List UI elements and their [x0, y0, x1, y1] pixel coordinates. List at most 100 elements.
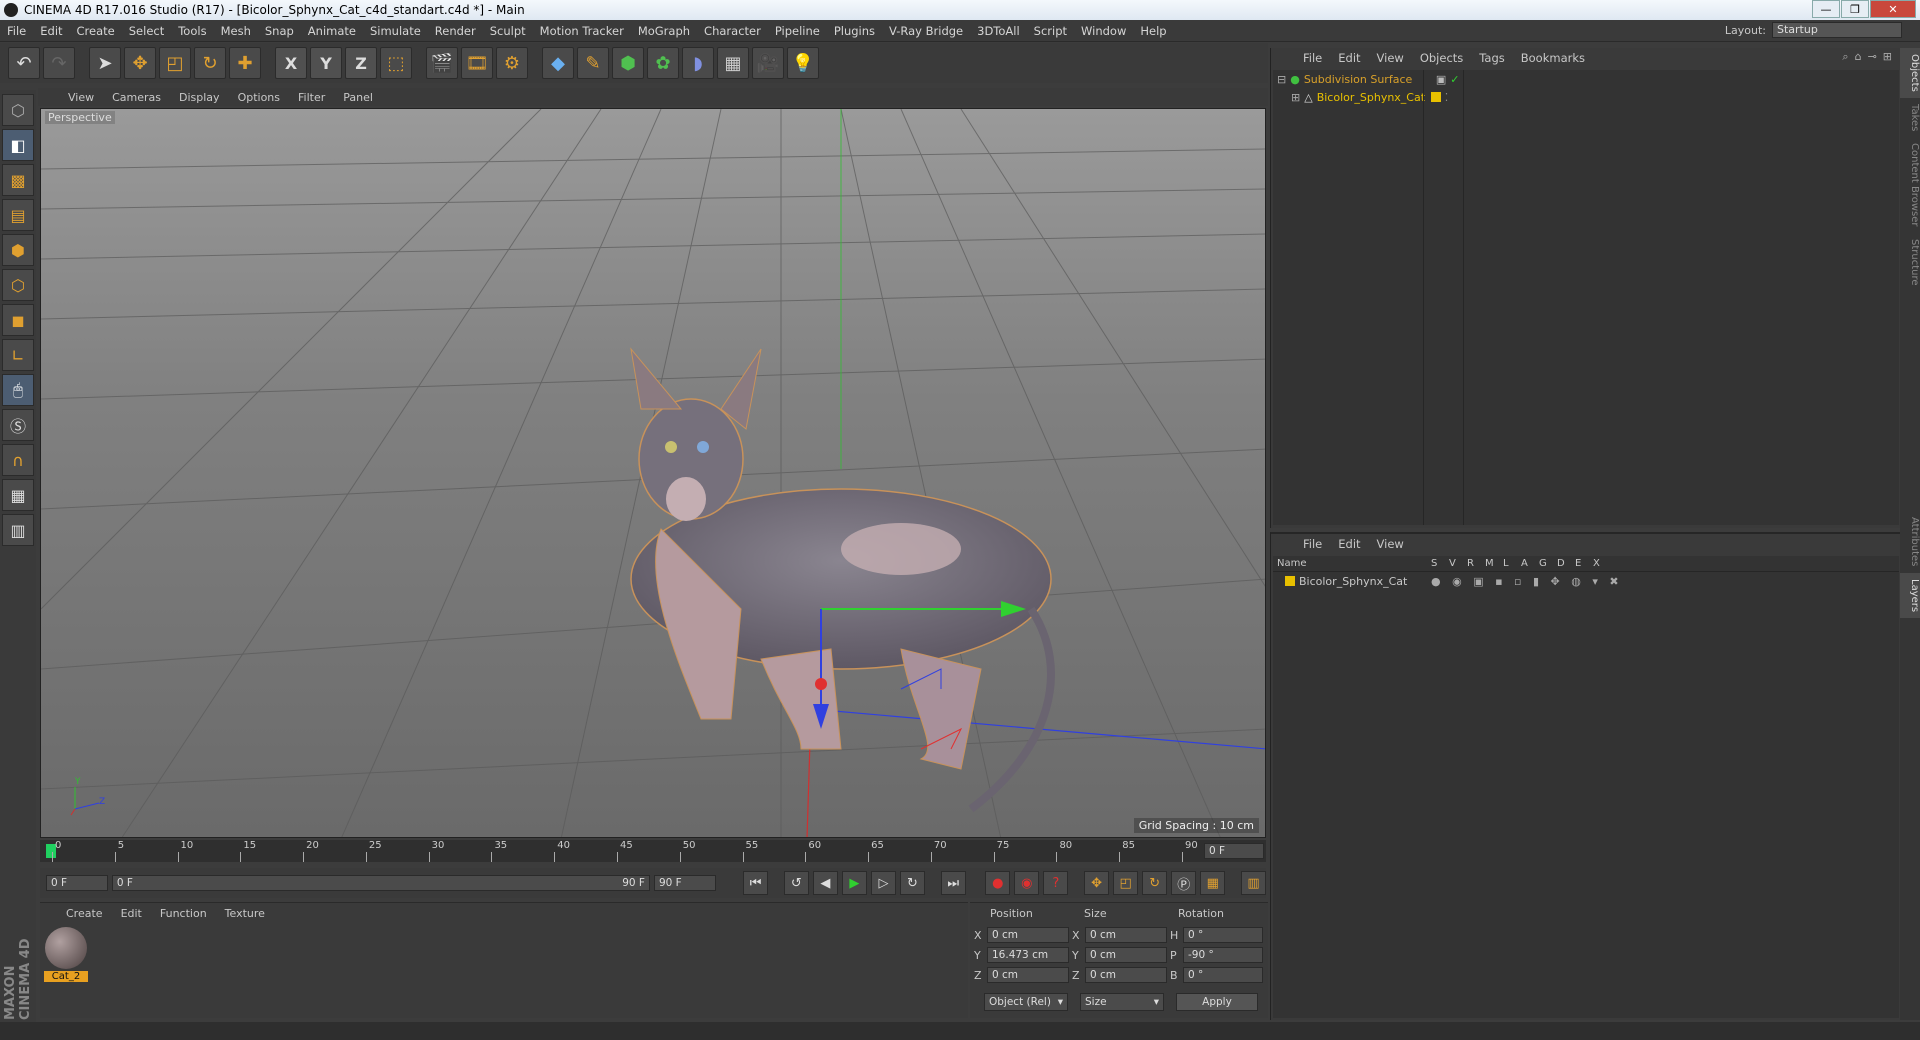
size-y-field[interactable]: 0 cm	[1085, 947, 1167, 963]
z-axis-lock-button[interactable]: Z	[345, 47, 377, 79]
render-view-icon[interactable]: 🎬	[426, 47, 458, 79]
snap-icon[interactable]: Ⓢ	[2, 409, 34, 441]
autokey-icon[interactable]: ◉	[1014, 871, 1040, 895]
minimize-button[interactable]: —	[1812, 0, 1840, 18]
menu-create[interactable]: Create	[70, 24, 122, 38]
object-menu-file[interactable]: File	[1303, 51, 1322, 65]
points-mode-icon[interactable]: ⬢	[2, 234, 34, 266]
redo-icon[interactable]: ↷	[43, 47, 75, 79]
next-key-icon[interactable]: ↻	[899, 871, 926, 895]
position-z-field[interactable]: 0 cm	[987, 967, 1069, 983]
position-y-field[interactable]: 16.473 cm	[987, 947, 1069, 963]
transform-tool-icon[interactable]: ✚	[229, 47, 261, 79]
key-rotation-icon[interactable]: ↻	[1142, 871, 1168, 895]
object-menu-bookmarks[interactable]: Bookmarks	[1521, 51, 1585, 65]
layer-row[interactable]: Bicolor_Sphynx_Cat ● ◉ ▣ ▪ ▫ ▮ ✥ ◍ ▾ ✖	[1273, 572, 1899, 590]
timeline-window-icon[interactable]: ▥	[1241, 871, 1267, 895]
layout-dropdown[interactable]: Startup	[1772, 22, 1902, 38]
object-row[interactable]: ⊟ ● Subdivision Surface ▣ ✓	[1273, 70, 1899, 88]
layer-menu-file[interactable]: File	[1303, 537, 1322, 551]
viewport-menu-display[interactable]: Display	[179, 91, 220, 104]
enabled-check-icon[interactable]: ✓	[1450, 73, 1459, 86]
layer-color-swatch[interactable]	[1430, 92, 1441, 102]
magnet-icon[interactable]: ∩	[2, 444, 34, 476]
layer-menu-view[interactable]: View	[1377, 537, 1404, 551]
menu-snap[interactable]: Snap	[258, 24, 301, 38]
side-tab-layers[interactable]: Layers	[1900, 572, 1920, 618]
menu-mesh[interactable]: Mesh	[214, 24, 258, 38]
layer-flags-icons[interactable]: ● ◉ ▣ ▪ ▫ ▮ ✥ ◍ ▾ ✖	[1431, 575, 1623, 588]
y-axis-lock-button[interactable]: Y	[310, 47, 342, 79]
side-tab-structure[interactable]: Structure	[1900, 233, 1920, 292]
menu-character[interactable]: Character	[697, 24, 768, 38]
undo-icon[interactable]: ↶	[8, 47, 40, 79]
menu-file[interactable]: File	[0, 24, 33, 38]
position-x-field[interactable]: 0 cm	[987, 927, 1069, 943]
camera-icon[interactable]: 🎥	[752, 47, 784, 79]
visibility-dots-icon[interactable]: ⁚	[1445, 91, 1449, 104]
layer-color-swatch[interactable]	[1285, 576, 1295, 586]
cube-primitive-icon[interactable]: ◆	[542, 47, 574, 79]
layer-menu-edit[interactable]: Edit	[1338, 537, 1360, 551]
move-gizmo[interactable]	[41, 109, 1266, 838]
menu-vray-bridge[interactable]: V-Ray Bridge	[882, 24, 970, 38]
subdivision-surface-icon[interactable]: ⬢	[612, 47, 644, 79]
play-icon[interactable]: ▶	[841, 871, 867, 895]
current-frame-field[interactable]: 0 F	[1204, 843, 1264, 859]
pen-spline-icon[interactable]: ✎	[577, 47, 609, 79]
object-menu-view[interactable]: View	[1377, 51, 1404, 65]
layer-column-v[interactable]: V	[1449, 558, 1467, 569]
layer-column-e[interactable]: E	[1575, 558, 1593, 569]
viewport-menu-filter[interactable]: Filter	[298, 91, 325, 104]
material-menu-function[interactable]: Function	[160, 907, 207, 920]
menu-pipeline[interactable]: Pipeline	[768, 24, 827, 38]
end-frame-field[interactable]: 90 F	[653, 875, 716, 891]
array-icon[interactable]: ✿	[647, 47, 679, 79]
expand-icon[interactable]: ⊞	[1883, 50, 1892, 64]
size-z-field[interactable]: 0 cm	[1085, 967, 1167, 983]
side-tab-content-browser[interactable]: Content Browser	[1900, 137, 1920, 232]
layer-column-x[interactable]: X	[1593, 558, 1611, 569]
polygons-mode-icon[interactable]: ◼	[2, 304, 34, 336]
render-settings-icon[interactable]: ⚙	[496, 47, 528, 79]
material-item[interactable]: Cat_2	[44, 927, 88, 983]
object-row[interactable]: ⊞ △ Bicolor_Sphynx_Cat ⁚	[1273, 88, 1899, 106]
layer-column-l[interactable]: L	[1503, 558, 1521, 569]
texture-mode-icon[interactable]: ▩	[2, 164, 34, 196]
key-parameter-icon[interactable]: Ⓟ	[1171, 871, 1197, 895]
start-frame-field[interactable]: 0 F	[46, 875, 108, 891]
keyframe-selection-icon[interactable]: ?	[1043, 871, 1069, 895]
layer-tag-icon[interactable]: ▣	[1436, 73, 1446, 86]
menu-motion-tracker[interactable]: Motion Tracker	[533, 24, 631, 38]
object-menu-tags[interactable]: Tags	[1479, 51, 1504, 65]
menu-script[interactable]: Script	[1027, 24, 1074, 38]
material-menu-create[interactable]: Create	[66, 907, 103, 920]
search-icon[interactable]: ⌕	[1842, 50, 1848, 64]
viewport-menu-options[interactable]: Options	[238, 91, 280, 104]
prev-key-icon[interactable]: ↺	[783, 871, 809, 895]
layer-column-a[interactable]: A	[1521, 558, 1539, 569]
perspective-viewport[interactable]: Perspective Y Z Grid Spacing : 10 cm	[40, 108, 1266, 838]
timeline-ruler[interactable]: 0 5 10 15 20 25 30 35 40 45 50 55 60 65 70 75 80 85 90 0 F	[40, 840, 1266, 862]
goto-end-icon[interactable]: ⏭	[940, 871, 966, 895]
floor-icon[interactable]: ▦	[717, 47, 749, 79]
menu-mograph[interactable]: MoGraph	[631, 24, 697, 38]
layer-column-d[interactable]: D	[1557, 558, 1575, 569]
record-keys-icon[interactable]: ●	[985, 871, 1011, 895]
menu-help[interactable]: Help	[1133, 24, 1173, 38]
side-tab-takes[interactable]: Takes	[1900, 98, 1920, 137]
side-tab-attributes[interactable]: Attributes	[1900, 511, 1920, 572]
side-tab-objects[interactable]: Objects	[1900, 48, 1920, 98]
apply-button[interactable]: Apply	[1176, 993, 1258, 1011]
object-menu-objects[interactable]: Objects	[1420, 51, 1463, 65]
close-button[interactable]: ✕	[1870, 0, 1916, 18]
home-icon[interactable]: ⌂	[1855, 50, 1862, 64]
menu-3dtoall[interactable]: 3DToAll	[970, 24, 1027, 38]
coord-mode-dropdown[interactable]: Object (Rel) ▾	[984, 993, 1068, 1011]
collapse-icon[interactable]: ⊟	[1277, 73, 1286, 86]
move-tool-icon[interactable]: ✥	[124, 47, 156, 79]
rotate-tool-icon[interactable]: ↻	[194, 47, 226, 79]
layer-column-r[interactable]: R	[1467, 558, 1485, 569]
prev-frame-icon[interactable]: ◀	[812, 871, 838, 895]
size-x-field[interactable]: 0 cm	[1085, 927, 1167, 943]
